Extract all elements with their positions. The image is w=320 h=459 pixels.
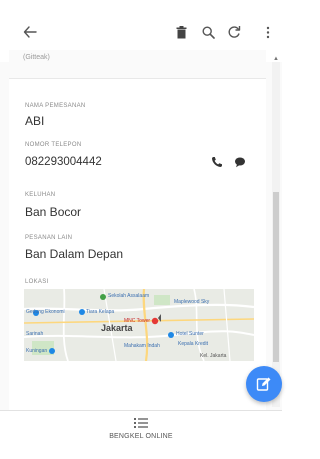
- map-roads: [24, 289, 254, 361]
- keluhan-value: Ban Bocor: [25, 205, 82, 219]
- map-city-label: Jakarta: [101, 323, 133, 333]
- call-button[interactable]: [211, 155, 225, 169]
- screen: (Gitteak) NAMA PEMESANAN ABI NOMOR TELEP…: [0, 0, 282, 459]
- nav-label: BENGKEL ONLINE: [109, 433, 173, 440]
- lokasi-label: LOKASI: [25, 279, 49, 285]
- search-button[interactable]: [198, 22, 218, 42]
- nama-pemesanan-value: ABI: [25, 114, 45, 128]
- delete-icon: [176, 25, 186, 38]
- map-place-11: Kel. Jakarta: [200, 353, 227, 359]
- message-button[interactable]: [234, 155, 248, 169]
- refresh-button[interactable]: [224, 22, 244, 42]
- nomor-telepon-value: 082293004442: [25, 156, 102, 168]
- map-place-1: Sekolah Assalaam: [108, 293, 150, 299]
- nomor-telepon-label: NOMOR TELEPON: [25, 142, 82, 148]
- previous-field-text: (Gitteak): [23, 54, 50, 61]
- more-options-button[interactable]: [261, 22, 275, 42]
- map-place-10: Mahakam Indah: [124, 343, 160, 349]
- nama-pemesanan-label: NAMA PEMESANAN: [25, 103, 86, 109]
- delete-button[interactable]: [172, 22, 190, 42]
- edit-fab-button[interactable]: [246, 366, 282, 402]
- nav-bengkel-online[interactable]: BENGKEL ONLINE: [100, 417, 182, 457]
- search-icon: [201, 25, 215, 39]
- vertical-scrollbar[interactable]: [272, 62, 280, 407]
- edit-icon: [256, 377, 271, 391]
- map-place-6: Hotel Sunter: [176, 331, 204, 337]
- map-place-5: Gedung Ekonomi: [26, 309, 65, 315]
- keluhan-label: KELUHAN: [25, 192, 56, 198]
- pesanan-lain-value: Ban Dalam Depan: [25, 247, 124, 261]
- order-detail-card: (Gitteak) NAMA PEMESANAN ABI NOMOR TELEP…: [9, 50, 266, 410]
- map-place-3: Tiara Kelapa: [86, 309, 115, 315]
- bottom-navigation: BENGKEL ONLINE: [0, 410, 282, 459]
- map-place-2: Maplewood Sky: [174, 299, 210, 305]
- phone-icon: [212, 157, 222, 167]
- more-vert-icon: [266, 26, 270, 38]
- chat-bubble-icon: [235, 157, 245, 168]
- pesanan-lain-label: PESANAN LAIN: [25, 235, 73, 241]
- list-icon: [134, 418, 148, 428]
- location-map[interactable]: Sekolah Assalaam Maplewood Sky Tiara Kel…: [24, 289, 254, 361]
- detail-scroll-area[interactable]: (Gitteak) NAMA PEMESANAN ABI NOMOR TELEP…: [0, 50, 282, 410]
- scrollbar-thumb[interactable]: [273, 192, 279, 362]
- map-place-7: Sarinah: [26, 331, 44, 337]
- back-button[interactable]: [20, 22, 40, 42]
- map-place-8: Kepala Kredit: [178, 341, 209, 347]
- arrow-left-icon: [23, 26, 37, 38]
- previous-field: (Gitteak): [9, 50, 266, 79]
- map-place-9: Kuningan: [26, 348, 48, 354]
- refresh-icon: [228, 26, 241, 38]
